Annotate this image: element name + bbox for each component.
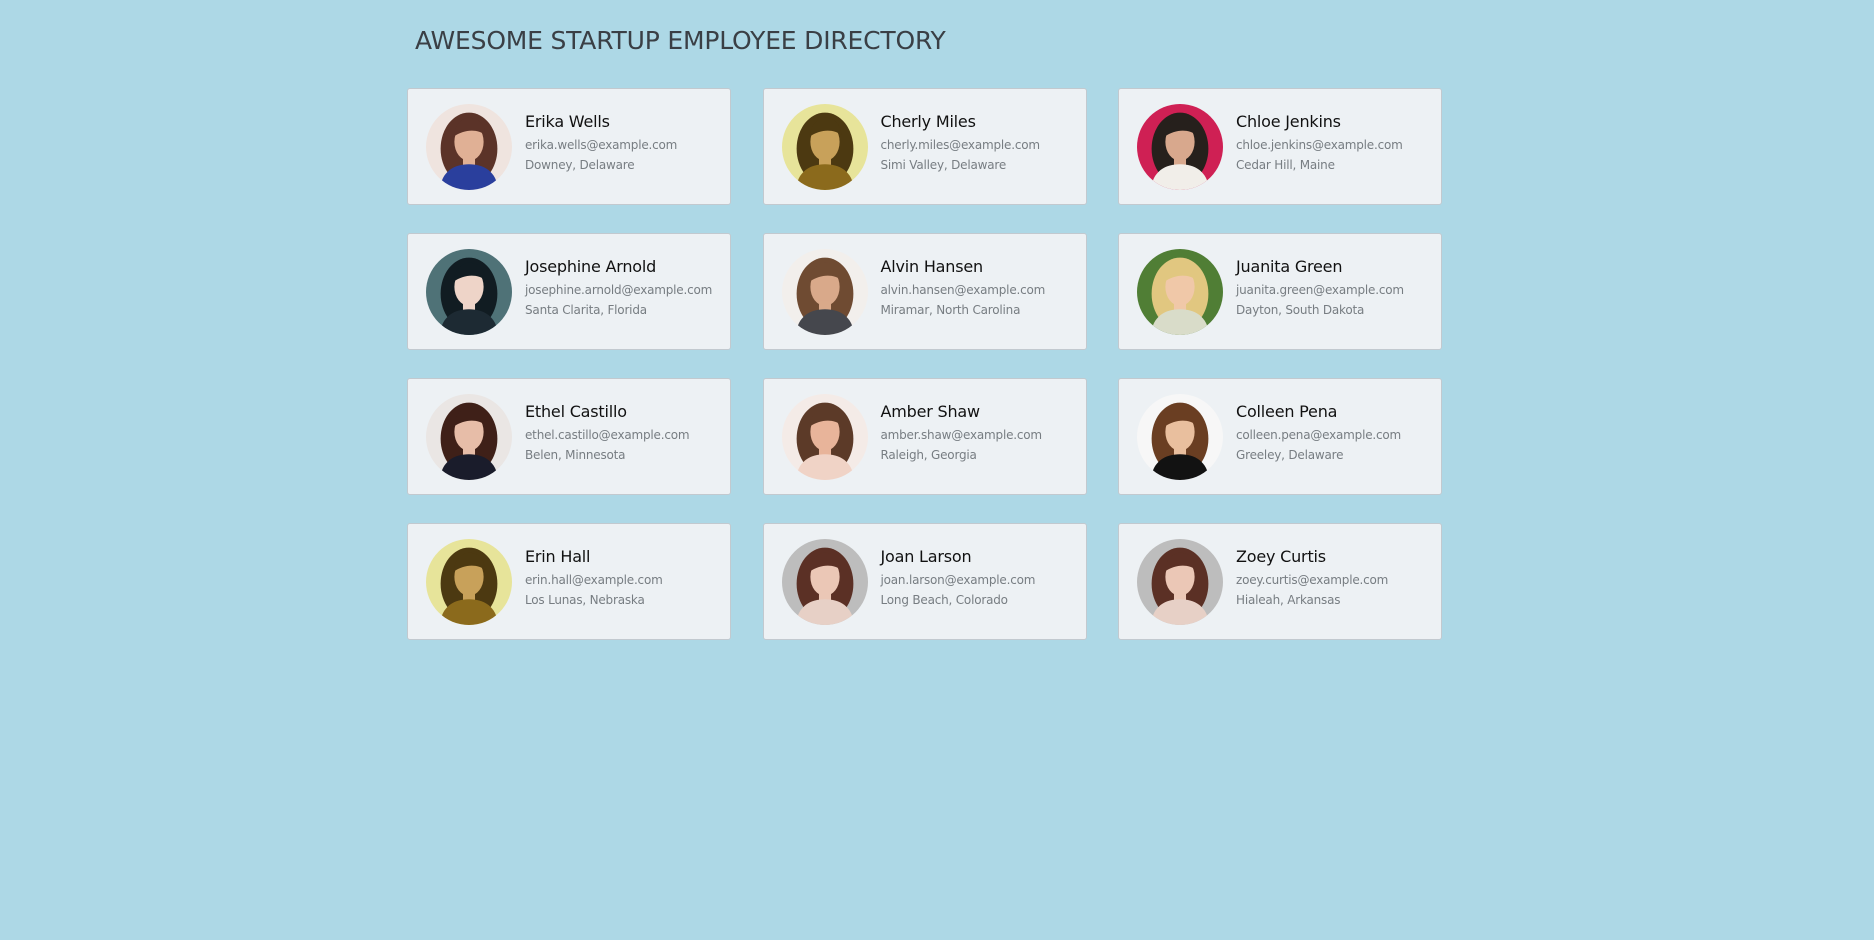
avatar-woman-curly-hair-icon bbox=[1137, 103, 1223, 190]
employee-location: Long Beach, Colorado bbox=[880, 593, 1009, 607]
employee-email: zoey.curtis@example.com bbox=[1236, 573, 1389, 587]
employee-name: Alvin Hansen bbox=[880, 257, 984, 276]
employee-name: Erin Hall bbox=[525, 547, 591, 566]
avatar-woman-gray-background-icon bbox=[1137, 538, 1223, 625]
employee-name: Cherly Miles bbox=[880, 112, 976, 131]
employee-location: Santa Clarita, Florida bbox=[525, 303, 647, 317]
avatar-woman-black-jacket-icon bbox=[426, 393, 512, 480]
employee-info: Erin Hall erin.hall@example.com Los Lunas,… bbox=[525, 547, 663, 610]
avatar-woman-yellow-light-icon bbox=[426, 538, 512, 625]
avatar-woman-blonde-icon bbox=[1137, 248, 1223, 335]
employee-location: Greeley, Delaware bbox=[1236, 448, 1344, 462]
employee-info: Erika Wells erika.wells@example.com Downey… bbox=[525, 112, 677, 175]
employee-location: Dayton, South Dakota bbox=[1236, 303, 1365, 317]
employee-email: cherly.miles@example.com bbox=[880, 138, 1041, 152]
employee-info: Chloe Jenkins chloe.jenkins@example.com Ce… bbox=[1236, 112, 1403, 175]
avatar-woman-short-hair-icon bbox=[1137, 393, 1223, 480]
employee-card[interactable]: Cherly Miles cherly.miles@example.com Simi… bbox=[762, 88, 1087, 205]
employee-info: Josephine Arnold josephine.arnold@example… bbox=[525, 257, 712, 320]
employee-name: Joan Larson bbox=[880, 547, 972, 566]
employee-card[interactable]: Alvin Hansen alvin.hansen@example.com Mira… bbox=[762, 233, 1087, 350]
employee-email: erika.wells@example.com bbox=[525, 138, 678, 152]
employee-info: Joan Larson joan.larson@example.com Long B… bbox=[881, 547, 1036, 610]
page-title: AWESOME STARTUP EMPLOYEE DIRECTORY bbox=[415, 26, 946, 55]
employee-location: Cedar Hill, Maine bbox=[1236, 158, 1335, 172]
avatar-woman-gray-background-icon bbox=[781, 538, 868, 625]
employee-location: Raleigh, Georgia bbox=[880, 448, 977, 462]
employee-card[interactable]: Zoey Curtis zoey.curtis@example.com Hialea… bbox=[1118, 523, 1442, 640]
employee-email: erin.hall@example.com bbox=[525, 573, 663, 587]
avatar-woman-dark-hair-icon bbox=[426, 248, 512, 335]
employee-email: alvin.hansen@example.com bbox=[880, 283, 1046, 297]
employee-name: Juanita Green bbox=[1236, 257, 1343, 276]
employee-name: Chloe Jenkins bbox=[1236, 112, 1341, 131]
employee-info: Cherly Miles cherly.miles@example.com Simi… bbox=[880, 112, 1041, 175]
employee-email: juanita.green@example.com bbox=[1236, 283, 1404, 297]
employee-info: Amber Shaw amber.shaw@example.com Raleigh,… bbox=[880, 402, 1043, 465]
avatar-woman-hat-icon bbox=[781, 393, 868, 480]
employee-card[interactable]: Chloe Jenkins chloe.jenkins@example.com Ce… bbox=[1118, 88, 1442, 205]
employee-email: amber.shaw@example.com bbox=[880, 428, 1043, 442]
employee-name: Colleen Pena bbox=[1236, 402, 1338, 421]
employee-card[interactable]: Juanita Green juanita.green@example.com Da… bbox=[1118, 233, 1442, 350]
employee-location: Hialeah, Arkansas bbox=[1236, 593, 1341, 607]
employee-location: Belen, Minnesota bbox=[525, 448, 626, 462]
employee-name: Zoey Curtis bbox=[1236, 547, 1326, 566]
employee-card[interactable]: Ethel Castillo ethel.castillo@example.com… bbox=[407, 378, 731, 495]
employee-card[interactable]: Colleen Pena colleen.pena@example.com Gree… bbox=[1118, 378, 1442, 495]
employee-card[interactable]: Erika Wells erika.wells@example.com Downey… bbox=[407, 88, 731, 205]
employee-location: Simi Valley, Delaware bbox=[880, 158, 1007, 172]
employee-email: chloe.jenkins@example.com bbox=[1236, 138, 1403, 152]
employee-email: joan.larson@example.com bbox=[880, 573, 1036, 587]
employee-location: Los Lunas, Nebraska bbox=[525, 593, 645, 607]
employee-info: Juanita Green juanita.green@example.com Da… bbox=[1236, 257, 1404, 320]
employee-email: josephine.arnold@example.com bbox=[525, 283, 713, 297]
employee-email: colleen.pena@example.com bbox=[1236, 428, 1402, 442]
employee-directory-grid: Erika Wells erika.wells@example.com Downey… bbox=[407, 88, 1442, 640]
employee-email: ethel.castillo@example.com bbox=[525, 428, 690, 442]
employee-card[interactable]: Amber Shaw amber.shaw@example.com Raleigh,… bbox=[762, 378, 1087, 495]
employee-card[interactable]: Erin Hall erin.hall@example.com Los Lunas,… bbox=[407, 523, 731, 640]
avatar-woman-yellow-light-icon bbox=[781, 103, 868, 190]
avatar-man-smiling-icon bbox=[781, 248, 868, 335]
employee-name: Amber Shaw bbox=[880, 402, 981, 421]
employee-location: Miramar, North Carolina bbox=[880, 303, 1021, 317]
employee-card[interactable]: Josephine Arnold josephine.arnold@example… bbox=[407, 233, 731, 350]
employee-info: Alvin Hansen alvin.hansen@example.com Mira… bbox=[881, 257, 1046, 320]
employee-name: Erika Wells bbox=[525, 112, 610, 131]
employee-info: Ethel Castillo ethel.castillo@example.com… bbox=[525, 402, 690, 465]
employee-info: Colleen Pena colleen.pena@example.com Gree… bbox=[1236, 402, 1401, 465]
employee-name: Ethel Castillo bbox=[525, 402, 627, 421]
employee-info: Zoey Curtis zoey.curtis@example.com Hialea… bbox=[1236, 547, 1388, 610]
employee-card[interactable]: Joan Larson joan.larson@example.com Long B… bbox=[762, 523, 1087, 640]
avatar-woman-brown-hair-icon bbox=[426, 103, 512, 190]
employee-name: Josephine Arnold bbox=[525, 257, 657, 276]
employee-location: Downey, Delaware bbox=[525, 158, 635, 172]
